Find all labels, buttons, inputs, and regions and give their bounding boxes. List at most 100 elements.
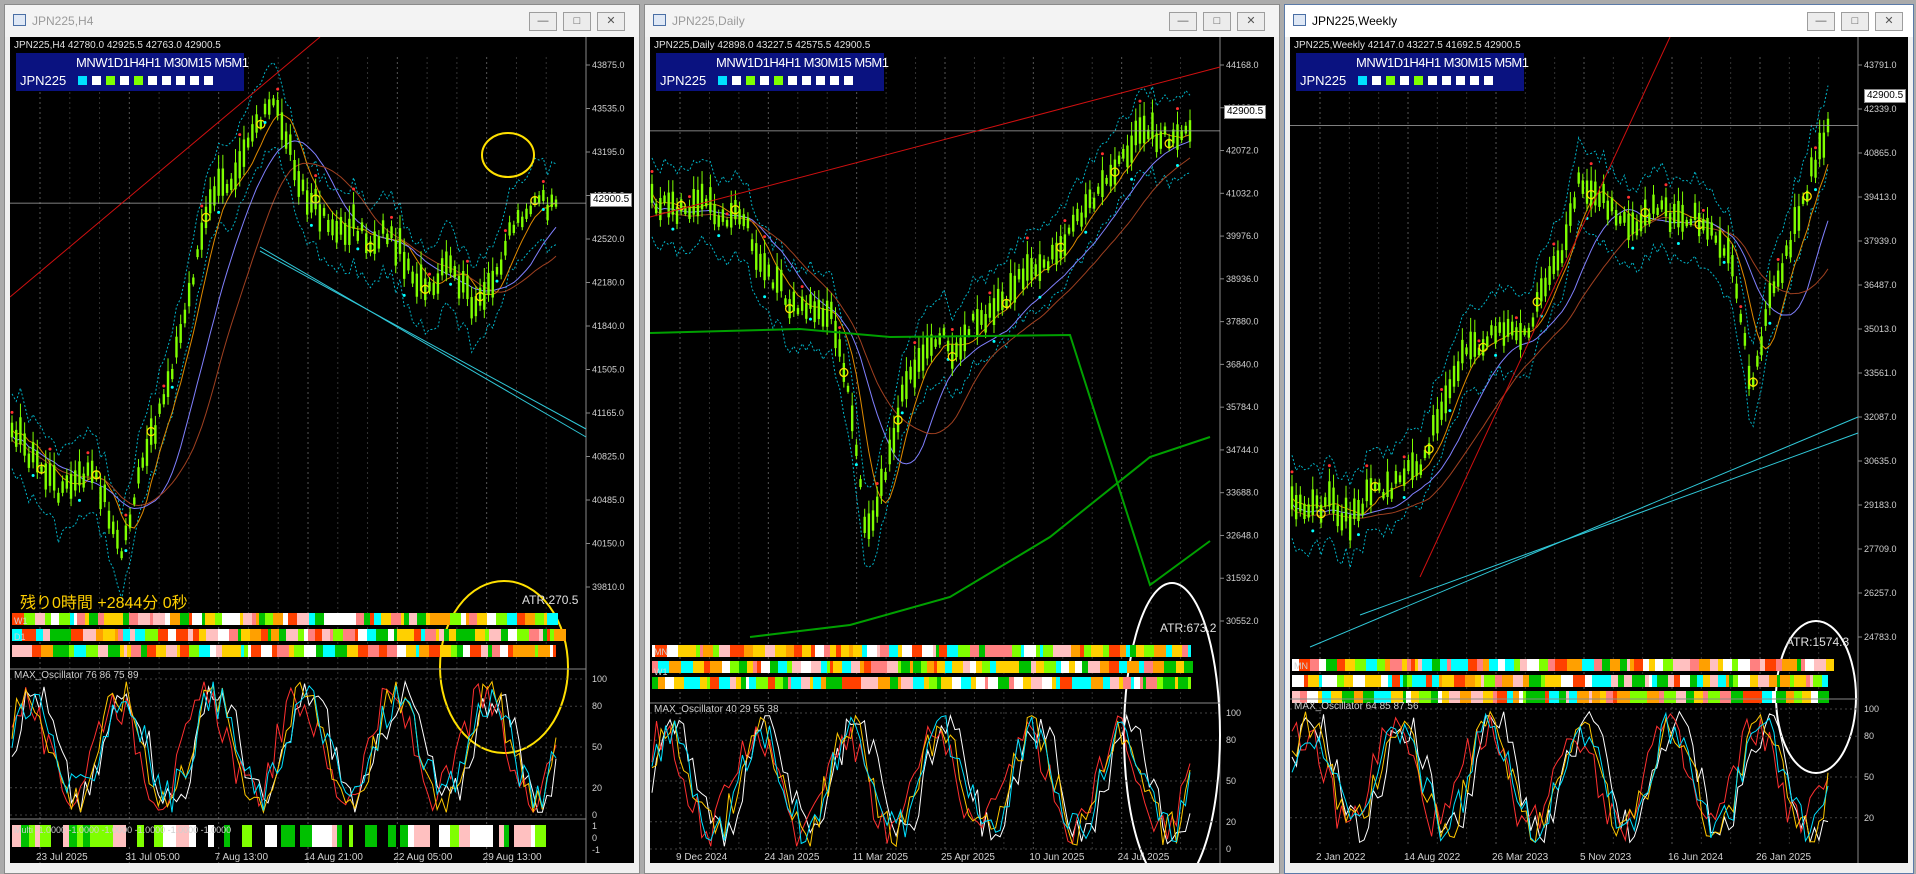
- trend-band-cell: [304, 645, 316, 657]
- trend-band-cell: [811, 645, 815, 657]
- multi-signal-cell: [295, 825, 300, 847]
- close-button[interactable]: ✕: [1237, 12, 1265, 31]
- close-button[interactable]: ✕: [597, 12, 625, 31]
- timeframe-status-square: [718, 76, 727, 85]
- trend-band-cell: [229, 629, 238, 641]
- high-marker: [1175, 107, 1179, 111]
- candle-body: [61, 481, 64, 493]
- chart-window-daily[interactable]: JPN225,Daily — □ ✕ 9 Dec 2024 24 Jan 2025…: [644, 4, 1280, 874]
- moving-average-line: [1291, 163, 1829, 516]
- window-titlebar[interactable]: JPN225,Weekly — □ ✕: [1285, 5, 1913, 37]
- trend-band-cell: [1069, 661, 1075, 673]
- trend-band-cell: [1326, 659, 1337, 671]
- high-marker: [763, 235, 767, 239]
- low-marker: [356, 247, 360, 251]
- trend-band-cell: [833, 661, 842, 673]
- candle-body: [796, 307, 800, 315]
- chart-window-weekly[interactable]: JPN225,Weekly — □ ✕ 2 Jan 2022 14 Aug 202…: [1284, 4, 1914, 874]
- trend-band-cell: [741, 677, 746, 689]
- chart-area[interactable]: 23 Jul 2025 31 Jul 05:00 7 Aug 13:00 14 Aug…: [10, 37, 634, 863]
- timeframe-status-square: [78, 76, 87, 85]
- price-axis-label: 36840.0: [1226, 359, 1259, 369]
- trend-band-cell: [707, 677, 710, 689]
- trend-band-cell: [1140, 677, 1143, 689]
- window-titlebar[interactable]: JPN225,Daily — □ ✕: [645, 5, 1279, 37]
- maximize-button[interactable]: □: [1841, 12, 1869, 31]
- candle-body: [1411, 452, 1414, 480]
- trend-band-cell: [1166, 645, 1172, 657]
- trend-band-cell: [1153, 661, 1164, 673]
- moving-average-line: [11, 113, 557, 529]
- minimize-button[interactable]: —: [1169, 12, 1197, 31]
- trend-band-cell: [821, 661, 827, 673]
- chart-canvas[interactable]: 2 Jan 2022 14 Aug 2022 26 Mar 2023 5 Nov 20…: [1290, 37, 1908, 863]
- chart-window-h4[interactable]: JPN225,H4 — □ ✕ 23 Jul 2025 31 Jul 05:00 7…: [4, 4, 640, 874]
- candle-body: [1009, 273, 1012, 301]
- candle-body: [1552, 256, 1555, 274]
- trend-band-cell: [1536, 691, 1545, 703]
- chart-canvas[interactable]: 23 Jul 2025 31 Jul 05:00 7 Aug 13:00 14 Aug…: [10, 37, 634, 863]
- chart-canvas[interactable]: 9 Dec 2024 24 Jan 2025 11 Mar 2025 25 Apr 2…: [650, 37, 1274, 863]
- timeframe-status-square: [1484, 76, 1493, 85]
- trend-band-cell: [1738, 675, 1750, 687]
- candle-body: [1527, 327, 1531, 338]
- trend-band-cell: [1690, 675, 1697, 687]
- trend-band-cell: [261, 629, 268, 641]
- multi-signal-cell: [388, 825, 396, 847]
- candle-body: [1619, 215, 1622, 224]
- trend-band-cell: [1708, 691, 1717, 703]
- price-axis-label: 30635.0: [1864, 456, 1897, 466]
- maximize-button[interactable]: □: [1203, 12, 1231, 31]
- trend-band-cell: [379, 645, 387, 657]
- candle-body: [1126, 145, 1129, 168]
- candle-body: [78, 461, 81, 486]
- trend-band-cell: [1726, 675, 1729, 687]
- trend-band-cell: [747, 661, 753, 673]
- candle-body: [830, 301, 833, 320]
- candle-body: [179, 324, 182, 343]
- candle-body: [805, 303, 808, 319]
- trend-band-cell: [791, 677, 801, 689]
- trend-band-cell: [554, 629, 566, 641]
- candle-body: [1340, 513, 1344, 531]
- candle-body: [800, 296, 804, 311]
- trend-band-cell: [1668, 675, 1674, 687]
- candle-body: [1109, 164, 1112, 187]
- trend-band-cell: [1366, 659, 1377, 671]
- multi-signal-cell: [400, 825, 408, 847]
- low-marker: [1448, 409, 1452, 413]
- trend-band-cell: [406, 645, 416, 657]
- candle-body: [1080, 212, 1083, 227]
- trend-band-cell: [875, 661, 887, 673]
- trend-band-cell: [836, 645, 841, 657]
- trend-band-cell: [388, 629, 394, 641]
- close-button[interactable]: ✕: [1875, 12, 1903, 31]
- trend-band-cell: [1072, 677, 1078, 689]
- minimize-button[interactable]: —: [1807, 12, 1835, 31]
- trend-band-cell: [775, 645, 786, 657]
- trend-band-cell: [971, 677, 976, 689]
- trend-band-cell: [1657, 675, 1668, 687]
- low-marker: [449, 282, 453, 286]
- price-axis-label: 42339.0: [1864, 104, 1897, 114]
- candle-body: [74, 470, 77, 491]
- chart-area[interactable]: 2 Jan 2022 14 Aug 2022 26 Mar 2023 5 Nov 20…: [1290, 37, 1908, 863]
- maximize-button[interactable]: □: [563, 12, 591, 31]
- chart-area[interactable]: 9 Dec 2024 24 Jan 2025 11 Mar 2025 25 Apr 2…: [650, 37, 1274, 863]
- multi-signal-cell: [332, 825, 337, 847]
- window-title: JPN225,Daily: [672, 14, 745, 28]
- timeframe-status-square: [746, 76, 755, 85]
- price-axis-label: 40150.0: [592, 539, 625, 549]
- low-marker: [495, 279, 499, 283]
- candle-body: [775, 266, 779, 293]
- minimize-button[interactable]: —: [529, 12, 557, 31]
- price-axis-label: 44168.0: [1226, 60, 1259, 70]
- trend-band-cell: [1723, 659, 1732, 671]
- trend-band-cell: [193, 629, 199, 641]
- date-axis-label: 10 Jun 2025: [1029, 852, 1084, 863]
- trend-band-cell: [665, 677, 674, 689]
- trend-band-cell: [323, 645, 335, 657]
- window-titlebar[interactable]: JPN225,H4 — □ ✕: [5, 5, 639, 37]
- trend-band-cell: [678, 645, 689, 657]
- candle-body: [813, 301, 816, 323]
